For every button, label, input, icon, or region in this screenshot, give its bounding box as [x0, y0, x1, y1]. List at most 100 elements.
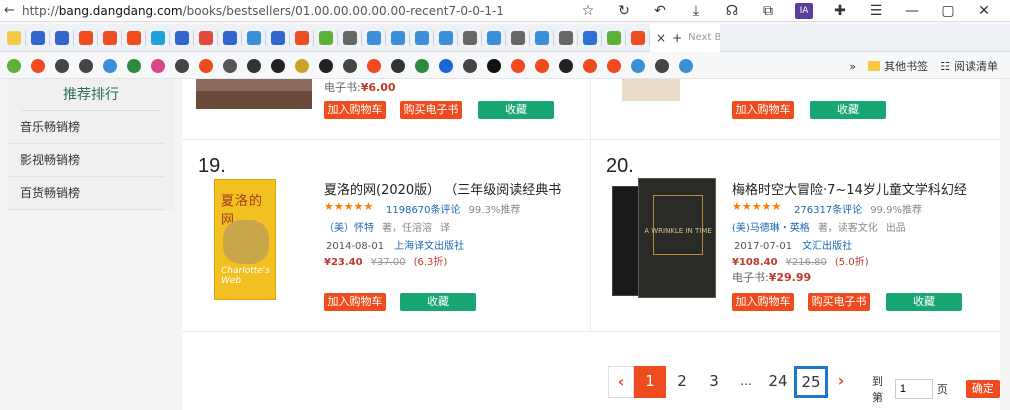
bookmark-icon[interactable]: [242, 58, 266, 73]
tab-favicon-icon[interactable]: [554, 24, 578, 52]
reading-list[interactable]: ☷ 阅读清单: [940, 58, 998, 74]
bookmark-icon[interactable]: [266, 58, 290, 73]
tab-favicon-icon[interactable]: [266, 24, 290, 52]
confirm-button[interactable]: 确定: [965, 380, 1000, 398]
maximize-icon[interactable]: ▢: [930, 3, 966, 19]
sidebar-item-goods[interactable]: 百货畅销榜: [8, 177, 164, 210]
favorite-button-17[interactable]: 收藏: [478, 101, 554, 119]
bookmark-icon[interactable]: [50, 58, 74, 73]
favorite-button-19[interactable]: 收藏: [400, 293, 476, 311]
next-page-button[interactable]: ›: [828, 366, 854, 398]
bookmark-icon[interactable]: [386, 58, 410, 73]
tab-favicon-icon[interactable]: [194, 24, 218, 52]
minimize-icon[interactable]: —: [894, 3, 930, 19]
tab-favicon-icon[interactable]: [578, 24, 602, 52]
download-icon[interactable]: ⤓: [678, 3, 714, 19]
bookmark-icon[interactable]: [650, 58, 674, 73]
favorite-button-20[interactable]: 收藏: [886, 293, 962, 311]
tab-favicon-icon[interactable]: [50, 24, 74, 52]
close-tab-icon[interactable]: ×: [656, 31, 666, 45]
page-button-last[interactable]: 25: [794, 366, 828, 398]
ia-extension-icon[interactable]: IA: [795, 3, 813, 19]
goto-page-input[interactable]: [894, 379, 933, 399]
review-count[interactable]: 1198670条评论: [386, 205, 461, 216]
bookmark-icon[interactable]: [26, 58, 50, 73]
tab-favicon-icon[interactable]: [2, 24, 26, 52]
bookmark-icon[interactable]: [170, 58, 194, 73]
bookmark-icon[interactable]: [290, 58, 314, 73]
bookmark-icon[interactable]: [482, 58, 506, 73]
arrow-left-icon[interactable]: ←: [4, 3, 18, 18]
bookmark-icon[interactable]: [362, 58, 386, 73]
tab-favicon-icon[interactable]: [170, 24, 194, 52]
tab-favicon-icon[interactable]: [362, 24, 386, 52]
bookmark-icon[interactable]: [314, 58, 338, 73]
menu-icon[interactable]: ☰: [858, 3, 894, 19]
tab-favicon-icon[interactable]: [530, 24, 554, 52]
reload-icon[interactable]: ↻: [606, 3, 642, 19]
page-button[interactable]: 2: [666, 366, 698, 398]
bookmark-icon[interactable]: [410, 58, 434, 73]
buy-ebook-button-17[interactable]: 购买电子书: [400, 101, 462, 119]
bookmark-icon[interactable]: [2, 58, 26, 73]
bookmark-icon[interactable]: [530, 58, 554, 73]
tab-favicon-icon[interactable]: [386, 24, 410, 52]
bookmark-icon[interactable]: [674, 58, 698, 73]
add-to-cart-button-18[interactable]: 加入购物车: [732, 101, 794, 119]
tab-favicon-icon[interactable]: [26, 24, 50, 52]
bookmark-icon[interactable]: [74, 58, 98, 73]
tab-favicon-icon[interactable]: [602, 24, 626, 52]
book-cover-18[interactable]: [622, 79, 680, 101]
book-cover-17[interactable]: [196, 79, 312, 109]
address-bar[interactable]: ← http://bang.dangdang.com/books/bestsel…: [0, 0, 1010, 22]
add-to-cart-button-20[interactable]: 加入购物车: [732, 293, 794, 311]
bookmark-icon[interactable]: [506, 58, 530, 73]
bookmark-icon[interactable]: [434, 58, 458, 73]
bookmark-icon[interactable]: [194, 58, 218, 73]
star-icon[interactable]: ☆: [570, 3, 606, 19]
new-tab-icon[interactable]: +: [672, 31, 682, 45]
active-tab[interactable]: × + Next Browser: [650, 23, 720, 52]
tab-favicon-icon[interactable]: [74, 24, 98, 52]
book-title-19[interactable]: 夏洛的网(2020版） （三年级阅读经典书: [324, 179, 561, 198]
page-button[interactable]: 24: [762, 366, 794, 398]
bookmark-icon[interactable]: [98, 58, 122, 73]
tab-favicon-icon[interactable]: [626, 24, 650, 52]
tab-favicon-icon[interactable]: [458, 24, 482, 52]
profile-icon[interactable]: ☊: [714, 3, 750, 19]
tab-favicon-icon[interactable]: [290, 24, 314, 52]
puzzle-icon[interactable]: ✚: [822, 3, 858, 19]
bookmark-icon[interactable]: [602, 58, 626, 73]
tab-favicon-icon[interactable]: [146, 24, 170, 52]
tab-favicon-icon[interactable]: [242, 24, 266, 52]
url-text[interactable]: http://bang.dangdang.com/books/bestselle…: [22, 4, 504, 18]
add-to-cart-button-19[interactable]: 加入购物车: [324, 293, 386, 311]
bookmark-icon[interactable]: [338, 58, 362, 73]
sidebar-item-music[interactable]: 音乐畅销榜: [8, 111, 164, 144]
tab-favicon-icon[interactable]: [122, 24, 146, 52]
bookmarks-more-icon[interactable]: »: [849, 60, 856, 73]
bookmark-icon[interactable]: [626, 58, 650, 73]
tab-favicon-icon[interactable]: [218, 24, 242, 52]
tab-favicon-icon[interactable]: [338, 24, 362, 52]
close-window-icon[interactable]: ✕: [966, 3, 1002, 19]
page-button-current[interactable]: 1: [634, 366, 666, 398]
sidebar-item-film[interactable]: 影视畅销榜: [8, 144, 164, 177]
tab-favicon-icon[interactable]: [98, 24, 122, 52]
add-to-cart-button-17[interactable]: 加入购物车: [324, 101, 386, 119]
tab-favicon-icon[interactable]: [410, 24, 434, 52]
history-icon[interactable]: ↶: [642, 3, 678, 19]
page-button[interactable]: 3: [698, 366, 730, 398]
book-cover-20[interactable]: A WRINKLE IN TIME: [612, 178, 716, 300]
bookmark-icon[interactable]: [554, 58, 578, 73]
tab-favicon-icon[interactable]: [314, 24, 338, 52]
bookmark-icon[interactable]: [122, 58, 146, 73]
prev-page-button[interactable]: ‹: [608, 366, 634, 398]
bookmark-icon[interactable]: [458, 58, 482, 73]
tab-favicon-icon[interactable]: [434, 24, 458, 52]
other-bookmarks[interactable]: 其他书签: [868, 58, 928, 74]
bookmark-icon[interactable]: [578, 58, 602, 73]
favorite-button-18[interactable]: 收藏: [810, 101, 886, 119]
publisher-link[interactable]: 上海译文出版社: [394, 241, 464, 252]
buy-ebook-button-20[interactable]: 购买电子书: [808, 293, 870, 311]
